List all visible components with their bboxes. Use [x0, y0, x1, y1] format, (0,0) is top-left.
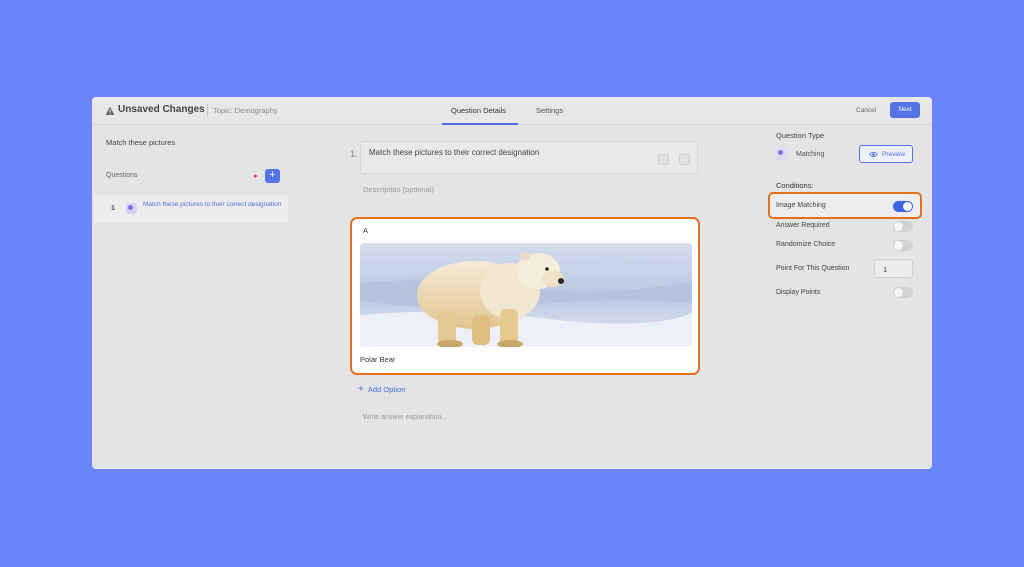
answer-required-label: Answer Required [776, 222, 830, 229]
points-label: Point For This Question [776, 265, 850, 272]
matching-type-icon [126, 203, 137, 214]
image-upload-icon[interactable] [658, 154, 669, 165]
header-divider [207, 104, 208, 117]
add-option-label: Add Option [367, 385, 406, 394]
page-title: Unsaved Changes [118, 104, 205, 115]
tab-settings[interactable]: Settings [536, 106, 563, 115]
conditions-heading: Conditions: [776, 181, 814, 190]
sidebar-title: Match these pictures [106, 138, 176, 147]
cancel-button[interactable]: Cancel [856, 107, 876, 114]
display-points-toggle[interactable] [893, 287, 913, 298]
randomize-choice-label: Randomize Choice [776, 241, 836, 248]
answer-required-toggle[interactable] [893, 221, 913, 232]
preview-button[interactable]: Preview [859, 145, 913, 163]
toggle-knob [894, 222, 903, 231]
sidebar-question-item[interactable]: 1 Match these pictures to their correct … [94, 195, 288, 223]
option-card: A Polar Bear [350, 217, 700, 375]
matching-type-icon [776, 148, 788, 160]
answer-explanation-field[interactable]: Write answer explanation... [363, 414, 447, 421]
editor-window: Unsaved Changes Topic: Demography Questi… [92, 97, 932, 469]
eye-icon [869, 151, 878, 158]
image-matching-label: Image Matching [776, 202, 826, 209]
toggle-knob [894, 241, 903, 250]
active-tab-indicator [442, 123, 518, 125]
points-input[interactable]: 1 [874, 259, 913, 278]
next-button[interactable]: Next [890, 102, 920, 118]
formula-icon[interactable] [679, 154, 690, 165]
question-item-label: Match these pictures to their correct de… [143, 201, 282, 208]
toggle-knob [894, 288, 903, 297]
preview-label: Preview [882, 151, 906, 158]
question-text: Match these pictures to their correct de… [369, 148, 540, 157]
question-number: 1. [350, 149, 358, 159]
tab-question-details[interactable]: Question Details [451, 106, 506, 115]
add-option-button[interactable]: + Add Option [358, 384, 405, 395]
image-matching-toggle[interactable] [893, 201, 913, 212]
question-type-heading: Question Type [776, 131, 825, 140]
warning-icon [105, 106, 115, 115]
randomize-choice-toggle[interactable] [893, 240, 913, 251]
add-question-button[interactable]: + [265, 169, 280, 183]
polar-bear-image[interactable] [360, 243, 692, 347]
display-points-label: Display Points [776, 289, 821, 296]
header-bar: Unsaved Changes Topic: Demography Questi… [92, 97, 932, 125]
question-item-number: 1 [111, 205, 115, 212]
description-field[interactable]: Description (optional) [363, 185, 434, 194]
question-type-value[interactable]: Matching [796, 151, 824, 158]
plus-icon: + [358, 384, 364, 395]
toggle-knob [903, 202, 912, 211]
questions-heading: Questions [106, 172, 138, 179]
option-letter: A [363, 226, 369, 235]
ai-sparkle-icon[interactable]: ✦ [252, 172, 259, 181]
topic-label: Topic: Demography [213, 106, 278, 115]
option-label[interactable]: Polar Bear [360, 355, 395, 364]
question-text-field[interactable]: Match these pictures to their correct de… [360, 141, 698, 174]
